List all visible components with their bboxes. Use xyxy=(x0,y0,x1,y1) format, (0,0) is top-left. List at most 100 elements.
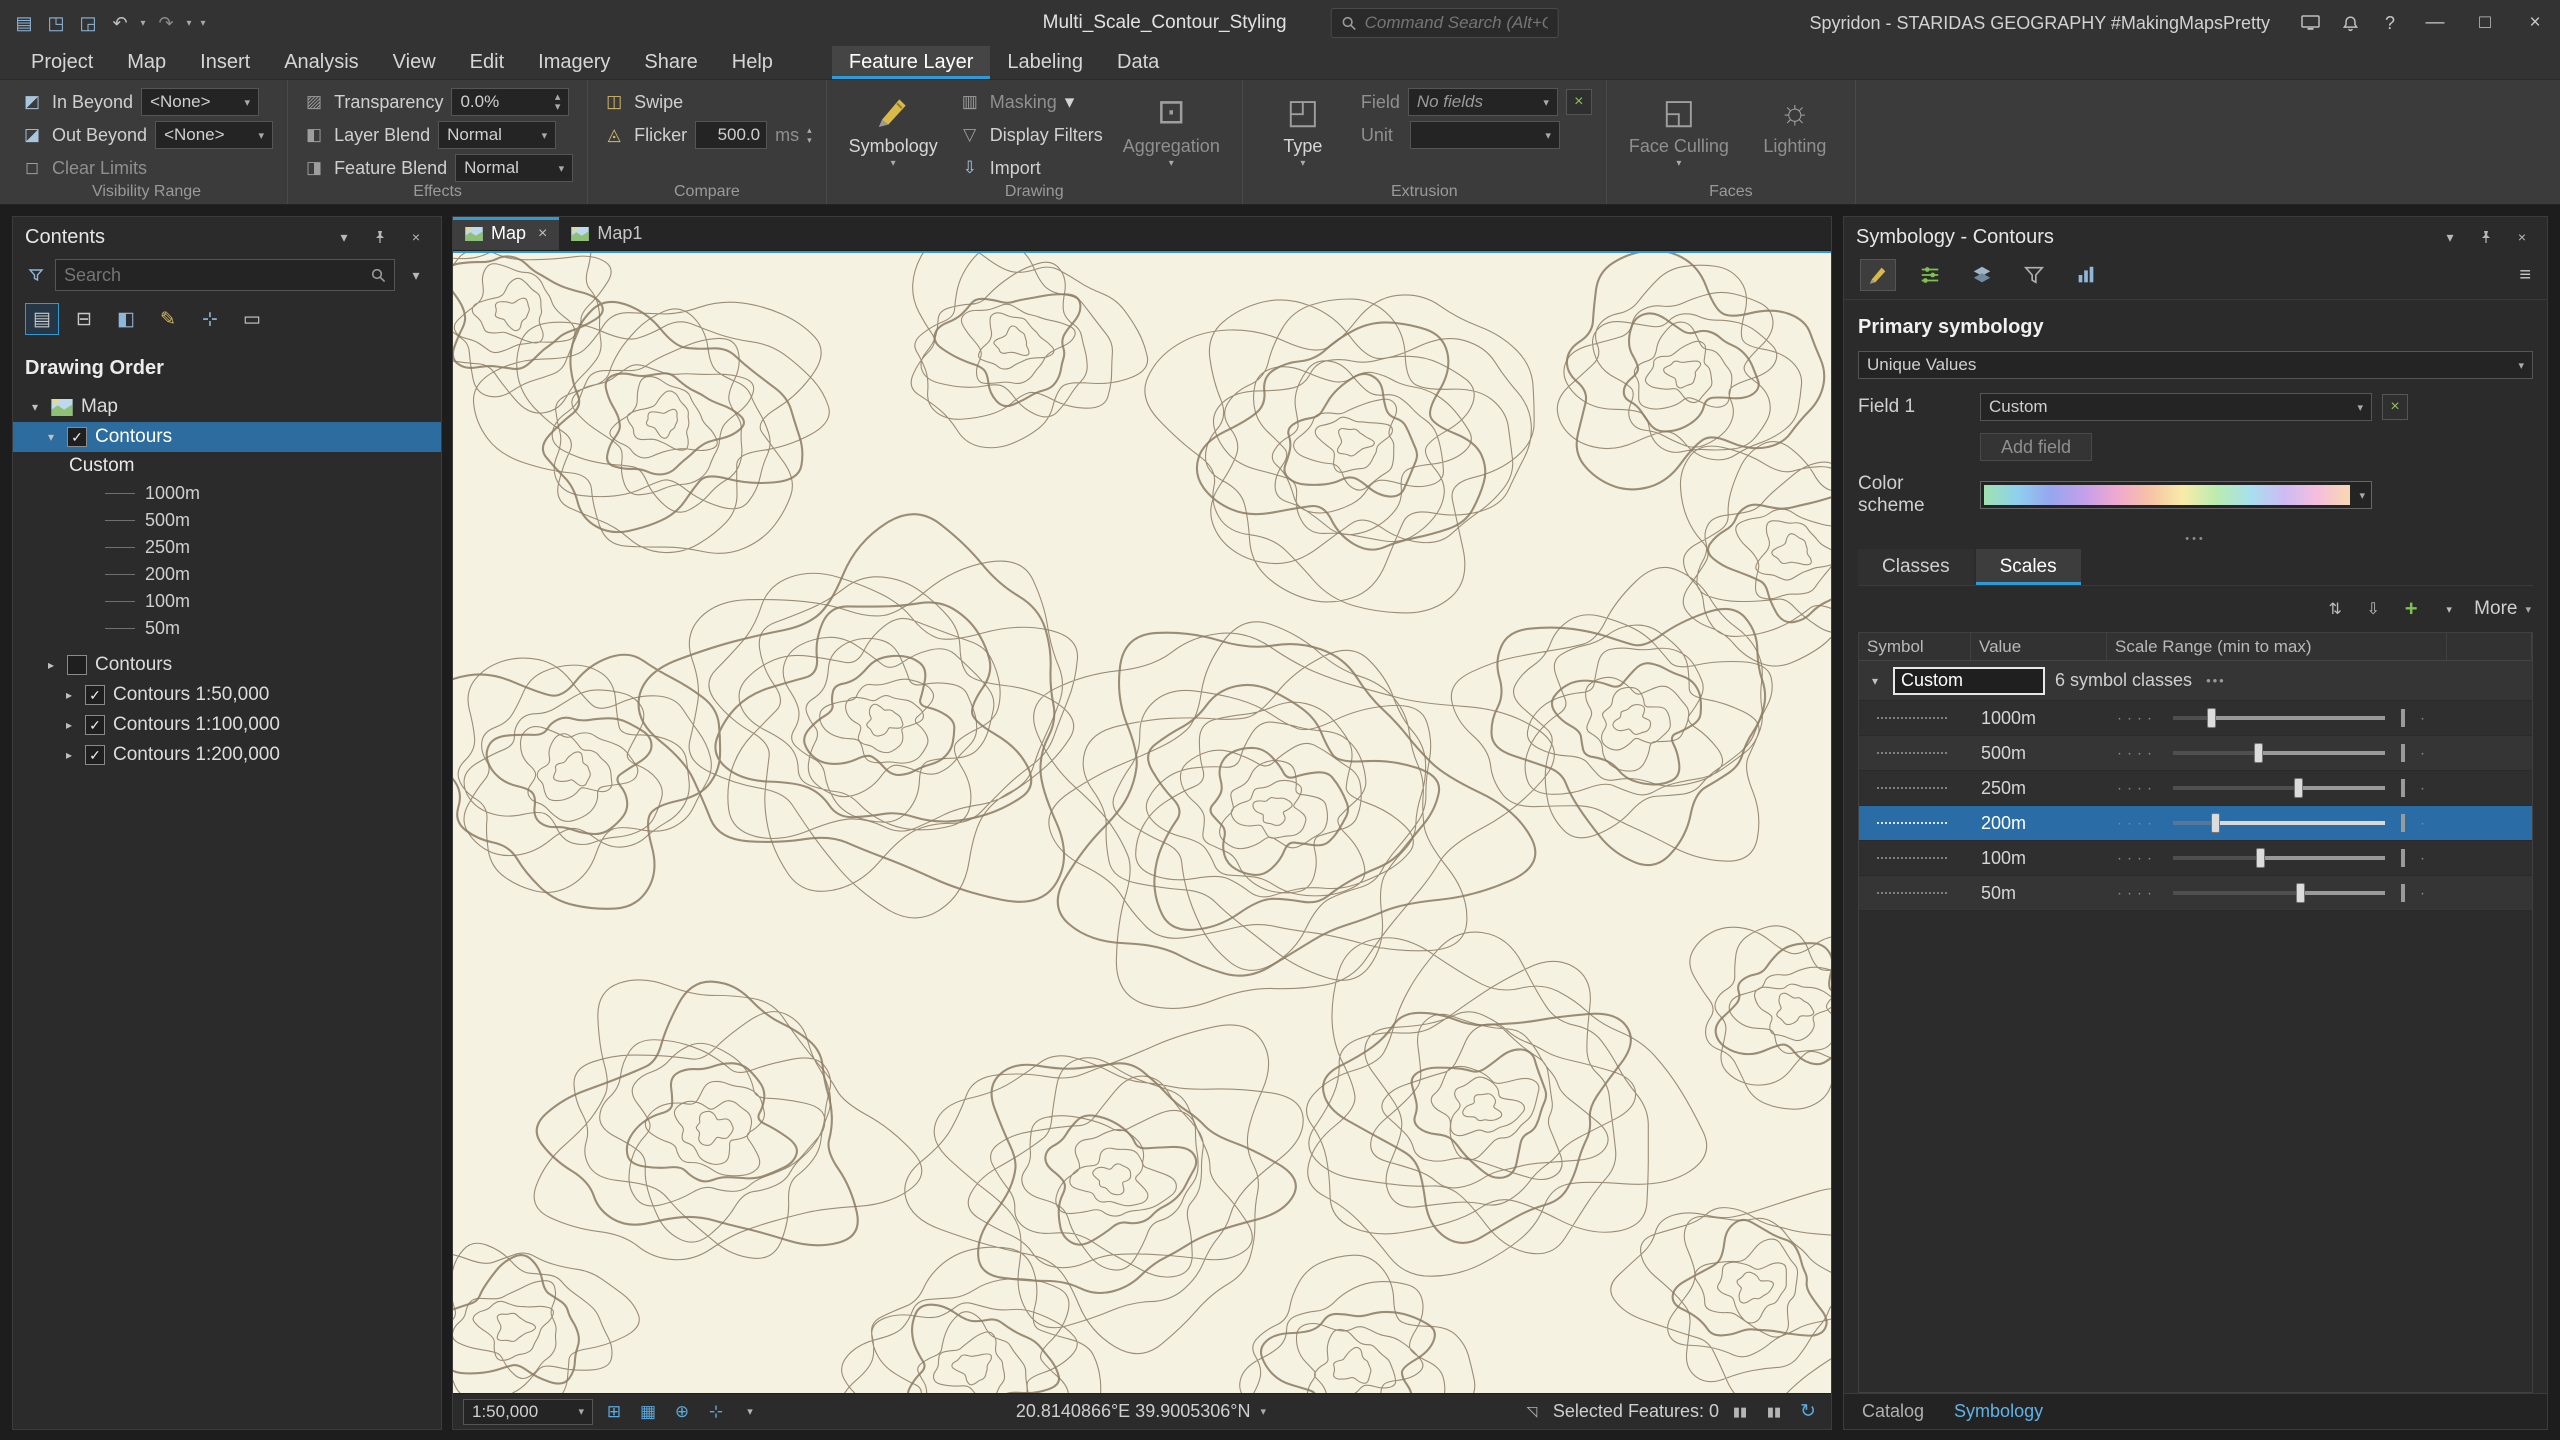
redo-icon[interactable]: ↷ xyxy=(150,6,182,40)
tree-item-contours-100k[interactable]: ▸ ✓ Contours 1:100,000 xyxy=(13,710,441,740)
swipe-button[interactable]: ◫ Swipe xyxy=(602,88,812,116)
face-culling-button[interactable]: ◱ Face Culling ▾ xyxy=(1621,88,1737,171)
color-scheme-dropdown[interactable]: ▾ xyxy=(1980,481,2372,509)
slider-max-marker[interactable] xyxy=(2401,779,2405,797)
maximize-button[interactable]: □ xyxy=(2460,0,2510,46)
list-by-snapping-icon[interactable]: ⊹ xyxy=(193,303,227,335)
tab-feature-layer[interactable]: Feature Layer xyxy=(831,46,991,79)
tab-imagery[interactable]: Imagery xyxy=(521,46,627,79)
lighting-button[interactable]: ☼ Lighting xyxy=(1749,88,1841,158)
map-scale-input[interactable] xyxy=(472,1401,564,1422)
expander-icon[interactable]: ▾ xyxy=(43,430,59,444)
group-menu-icon[interactable]: ••• xyxy=(2206,673,2226,688)
slider-thumb[interactable] xyxy=(2296,883,2306,903)
extrusion-type-button[interactable]: ◰ Type ▾ xyxy=(1257,88,1349,171)
filter-funnel-icon[interactable] xyxy=(25,267,47,283)
import-classes-icon[interactable]: ⇩ xyxy=(2360,596,2386,622)
display-filters-button[interactable]: ▽ Display Filters xyxy=(958,121,1103,149)
clear-limits-button[interactable]: ◻ Clear Limits xyxy=(20,154,273,182)
slider-max-marker[interactable] xyxy=(2401,814,2405,832)
help-icon[interactable]: ? xyxy=(2370,0,2410,46)
layer-visibility-checkbox[interactable]: ✓ xyxy=(67,427,87,447)
advanced-symbology-tab-icon[interactable] xyxy=(2068,259,2104,291)
tab-labeling[interactable]: Labeling xyxy=(990,46,1100,79)
search-options-chevron-icon[interactable]: ▾ xyxy=(403,262,429,288)
snapping-icon[interactable]: ⊹ xyxy=(703,1399,729,1425)
contents-search-input[interactable] xyxy=(64,264,365,286)
coordinates-chevron-icon[interactable]: ▾ xyxy=(1260,1405,1266,1418)
tab-analysis[interactable]: Analysis xyxy=(267,46,375,79)
set-expression-button[interactable]: × xyxy=(2382,394,2408,420)
legend-item[interactable]: 500m xyxy=(13,507,441,534)
grid-overlay-icon[interactable]: ▦ xyxy=(635,1399,661,1425)
go-to-xy-icon[interactable]: ⊞ xyxy=(601,1399,627,1425)
symbol-layer-drawing-tab-icon[interactable] xyxy=(1964,259,2000,291)
map-scale-combo[interactable]: ▾ xyxy=(463,1398,593,1425)
tree-item-contours-layer-2[interactable]: ▸ ✓ Contours xyxy=(13,650,441,680)
add-class-icon[interactable]: + xyxy=(2398,596,2424,622)
view-tab-map[interactable]: Map × xyxy=(453,217,560,250)
scale-range-slider[interactable]: ···· · xyxy=(2107,701,2447,735)
table-row[interactable]: 250m ···· · xyxy=(1859,771,2532,806)
contents-search-box[interactable] xyxy=(55,259,395,291)
tab-view[interactable]: View xyxy=(376,46,453,79)
legend-item[interactable]: 100m xyxy=(13,588,441,615)
flicker-interval-input[interactable] xyxy=(695,121,768,149)
slider-max-marker[interactable] xyxy=(2401,709,2405,727)
close-pane-icon[interactable]: × xyxy=(2509,224,2535,250)
list-by-drawing-order-icon[interactable]: ▤ xyxy=(25,303,59,335)
layer-blend-dropdown[interactable]: Normal ▾ xyxy=(438,121,557,149)
scale-range-slider[interactable]: ···· · xyxy=(2107,736,2447,770)
legend-item[interactable]: 1000m xyxy=(13,480,441,507)
pane-options-chevron-icon[interactable]: ▾ xyxy=(2437,224,2463,250)
feature-blend-dropdown[interactable]: Normal ▾ xyxy=(455,154,574,182)
spinner-arrows-icon[interactable]: ▴ ▾ xyxy=(545,91,561,112)
line-symbol-swatch[interactable] xyxy=(1877,787,1947,789)
line-symbol-swatch[interactable] xyxy=(1877,752,1947,754)
class-group-row[interactable]: ▾ 6 symbol classes ••• xyxy=(1859,661,2532,701)
extrusion-field-dropdown[interactable]: No fields ▾ xyxy=(1407,88,1558,116)
close-button[interactable]: × xyxy=(2510,0,2560,46)
symbology-method-dropdown[interactable]: Unique Values ▾ xyxy=(1858,351,2533,379)
column-header-scale-range[interactable]: Scale Range (min to max) xyxy=(2107,633,2447,660)
slider-track[interactable] xyxy=(2173,848,2385,868)
column-header-value[interactable]: Value xyxy=(1971,633,2107,660)
table-row[interactable]: 1000m ···· · xyxy=(1859,701,2532,736)
save-project-icon[interactable]: ◳ xyxy=(40,6,72,40)
customize-toolbar-chevron-icon[interactable]: ▾ xyxy=(196,18,210,29)
pane-options-chevron-icon[interactable]: ▾ xyxy=(331,224,357,250)
slider-thumb[interactable] xyxy=(2253,743,2263,763)
view-tab-map1[interactable]: Map1 xyxy=(559,217,654,250)
import-button[interactable]: ⇩ Import xyxy=(958,154,1103,182)
dock-tab-symbology[interactable]: Symbology xyxy=(1954,1401,2043,1422)
line-symbol-swatch[interactable] xyxy=(1877,892,1947,894)
tab-project[interactable]: Project xyxy=(14,46,110,79)
tab-map[interactable]: Map xyxy=(110,46,183,79)
expander-icon[interactable]: ▾ xyxy=(1867,674,1883,688)
command-search-input[interactable] xyxy=(1364,13,1548,33)
list-by-data-source-icon[interactable]: ⊟ xyxy=(67,303,101,335)
primary-symbology-tab-icon[interactable] xyxy=(1860,259,1896,291)
tab-insert[interactable]: Insert xyxy=(183,46,267,79)
tab-classes[interactable]: Classes xyxy=(1858,549,1974,585)
undo-dropdown-chevron-icon[interactable]: ▾ xyxy=(136,18,150,29)
expander-icon[interactable]: ▸ xyxy=(61,688,77,702)
in-beyond-dropdown[interactable]: <None> ▾ xyxy=(141,88,260,116)
layer-visibility-checkbox[interactable]: ✓ xyxy=(85,715,105,735)
map-canvas[interactable] xyxy=(453,251,1831,1393)
scale-range-slider[interactable]: ···· · xyxy=(2107,841,2447,875)
command-search-box[interactable] xyxy=(1330,8,1559,38)
extrusion-expression-button[interactable]: × xyxy=(1565,89,1592,115)
notifications-bell-icon[interactable] xyxy=(2330,0,2370,46)
slider-track[interactable] xyxy=(2173,743,2385,763)
list-by-labeling-icon[interactable]: ▭ xyxy=(235,303,269,335)
table-row[interactable]: 100m ···· · xyxy=(1859,841,2532,876)
close-view-icon[interactable]: × xyxy=(538,225,547,243)
layer-visibility-checkbox[interactable]: ✓ xyxy=(85,745,105,765)
slider-thumb[interactable] xyxy=(2211,813,2221,833)
expander-icon[interactable]: ▸ xyxy=(61,748,77,762)
pause-drawing-icon[interactable]: ▮▮ xyxy=(1727,1399,1753,1425)
tab-data[interactable]: Data xyxy=(1100,46,1176,79)
legend-item[interactable]: 200m xyxy=(13,561,441,588)
refresh-map-icon[interactable]: ↻ xyxy=(1795,1399,1821,1425)
